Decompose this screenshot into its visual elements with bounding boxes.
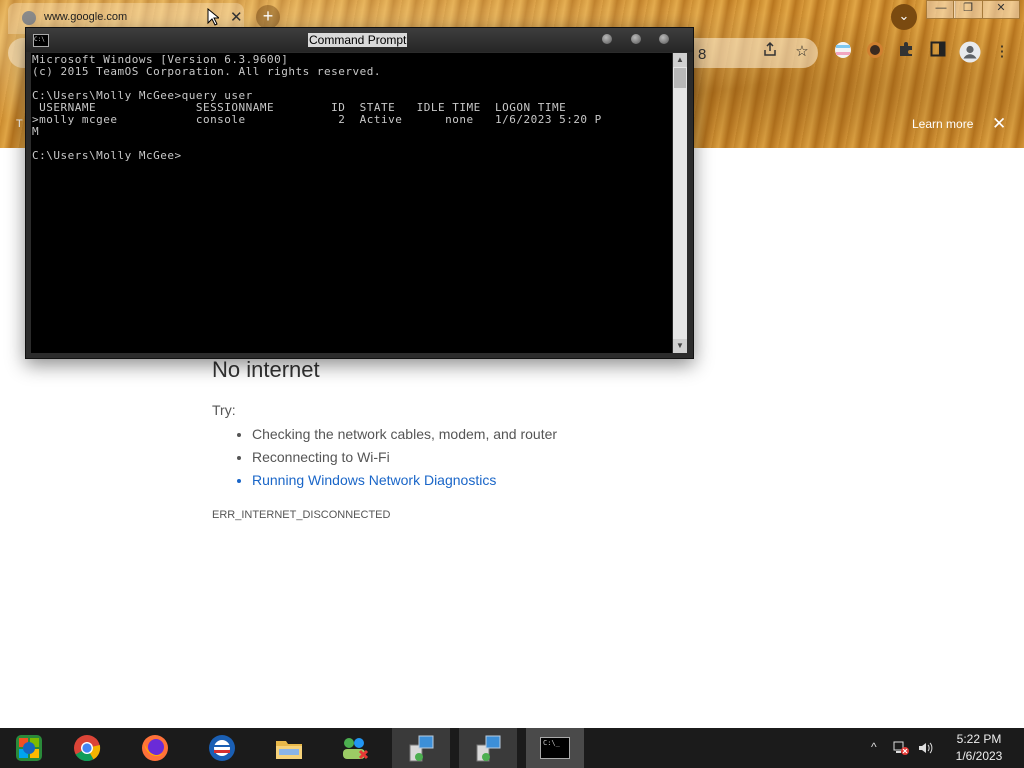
chrome-icon bbox=[74, 735, 101, 762]
setup-installer-icon bbox=[409, 735, 434, 762]
tab-close-icon[interactable]: ✕ bbox=[230, 8, 243, 26]
tab-title: www.google.com bbox=[44, 11, 128, 23]
extension-flag-icon[interactable] bbox=[832, 41, 854, 63]
cmd-console[interactable]: Microsoft Windows [Version 6.3.9600] (c)… bbox=[31, 53, 672, 353]
tab-search-button[interactable]: ⌄ bbox=[891, 4, 917, 30]
start-orb-icon bbox=[16, 735, 42, 761]
extensions-puzzle-icon[interactable] bbox=[895, 41, 917, 63]
taskbar: C:\_ ^ bbox=[0, 728, 1024, 768]
browser-menu-icon[interactable]: ⋮ bbox=[991, 41, 1013, 63]
taskbar-command-prompt[interactable]: C:\_ bbox=[526, 728, 584, 768]
suggestion-item: Checking the network cables, modem, and … bbox=[252, 424, 557, 447]
setup-installer-icon bbox=[476, 735, 501, 762]
window-restore-button[interactable]: ❐ bbox=[953, 0, 983, 19]
clock-date: 1/6/2023 bbox=[955, 749, 1003, 763]
infobar-close-icon[interactable]: ✕ bbox=[992, 114, 1006, 134]
extension-avatar-icon[interactable] bbox=[864, 41, 886, 63]
window-close-button[interactable]: ✕ bbox=[982, 0, 1020, 19]
network-disconnected-icon[interactable] bbox=[892, 740, 910, 759]
scroll-thumb[interactable] bbox=[674, 68, 686, 88]
mouse-cursor-icon bbox=[207, 8, 219, 26]
tray-overflow-chevron[interactable]: ^ bbox=[871, 740, 877, 754]
taskbar-setup-2[interactable] bbox=[459, 728, 517, 768]
cmd-scrollbar[interactable]: ▲ ▼ bbox=[673, 53, 687, 353]
clock-time: 5:22 PM bbox=[956, 732, 1002, 746]
cmd-close-button[interactable] bbox=[659, 34, 669, 44]
infobar-text: T bbox=[16, 118, 23, 130]
scroll-up-icon[interactable]: ▲ bbox=[673, 53, 687, 67]
blue-circle-app-icon bbox=[209, 735, 235, 761]
cmd-title: Command Prompt bbox=[308, 33, 408, 47]
window-minimize-button[interactable]: — bbox=[926, 0, 956, 19]
cmd-output: Microsoft Windows [Version 6.3.9600] (c)… bbox=[32, 53, 602, 162]
start-button[interactable] bbox=[0, 728, 58, 768]
address-text: 8 bbox=[698, 46, 707, 63]
taskbar-network-app[interactable] bbox=[325, 728, 383, 768]
new-tab-button[interactable]: + bbox=[256, 5, 280, 29]
suggestion-item: Reconnecting to Wi-Fi bbox=[252, 447, 557, 470]
learn-more-link[interactable]: Learn more bbox=[912, 117, 973, 131]
taskbar-file-explorer[interactable] bbox=[260, 728, 318, 768]
cmd-minimize-button[interactable] bbox=[602, 34, 612, 44]
globe-icon bbox=[22, 11, 36, 25]
taskbar-app-circle[interactable] bbox=[193, 728, 251, 768]
taskbar-chrome[interactable] bbox=[58, 728, 116, 768]
cmd-system-icon[interactable]: C:\ bbox=[33, 34, 49, 47]
scroll-down-icon[interactable]: ▼ bbox=[673, 339, 687, 353]
cmd-icon: C:\_ bbox=[540, 737, 570, 759]
firefox-icon bbox=[142, 735, 168, 761]
taskbar-setup-1[interactable] bbox=[392, 728, 450, 768]
error-try-label: Try: bbox=[212, 402, 236, 418]
command-prompt-window[interactable]: C:\ Command Prompt Microsoft Windows [Ve… bbox=[25, 27, 694, 359]
share-icon[interactable] bbox=[759, 41, 781, 63]
network-users-icon bbox=[343, 738, 369, 760]
profile-avatar-icon[interactable] bbox=[959, 41, 981, 63]
folder-icon bbox=[276, 741, 302, 759]
error-suggestion-list: Checking the network cables, modem, and … bbox=[212, 424, 557, 493]
error-code: ERR_INTERNET_DISCONNECTED bbox=[212, 509, 391, 521]
cmd-title-bar[interactable]: C:\ Command Prompt bbox=[26, 28, 693, 52]
bookmark-star-icon[interactable]: ☆ bbox=[791, 41, 813, 63]
cmd-maximize-button[interactable] bbox=[631, 34, 641, 44]
taskbar-clock[interactable]: 5:22 PM 1/6/2023 bbox=[944, 731, 1014, 765]
error-title: No internet bbox=[212, 357, 320, 382]
volume-icon[interactable] bbox=[917, 740, 933, 759]
side-panel-icon[interactable] bbox=[927, 41, 949, 63]
network-diagnostics-link[interactable]: Running Windows Network Diagnostics bbox=[252, 470, 557, 493]
taskbar-firefox[interactable] bbox=[126, 728, 184, 768]
